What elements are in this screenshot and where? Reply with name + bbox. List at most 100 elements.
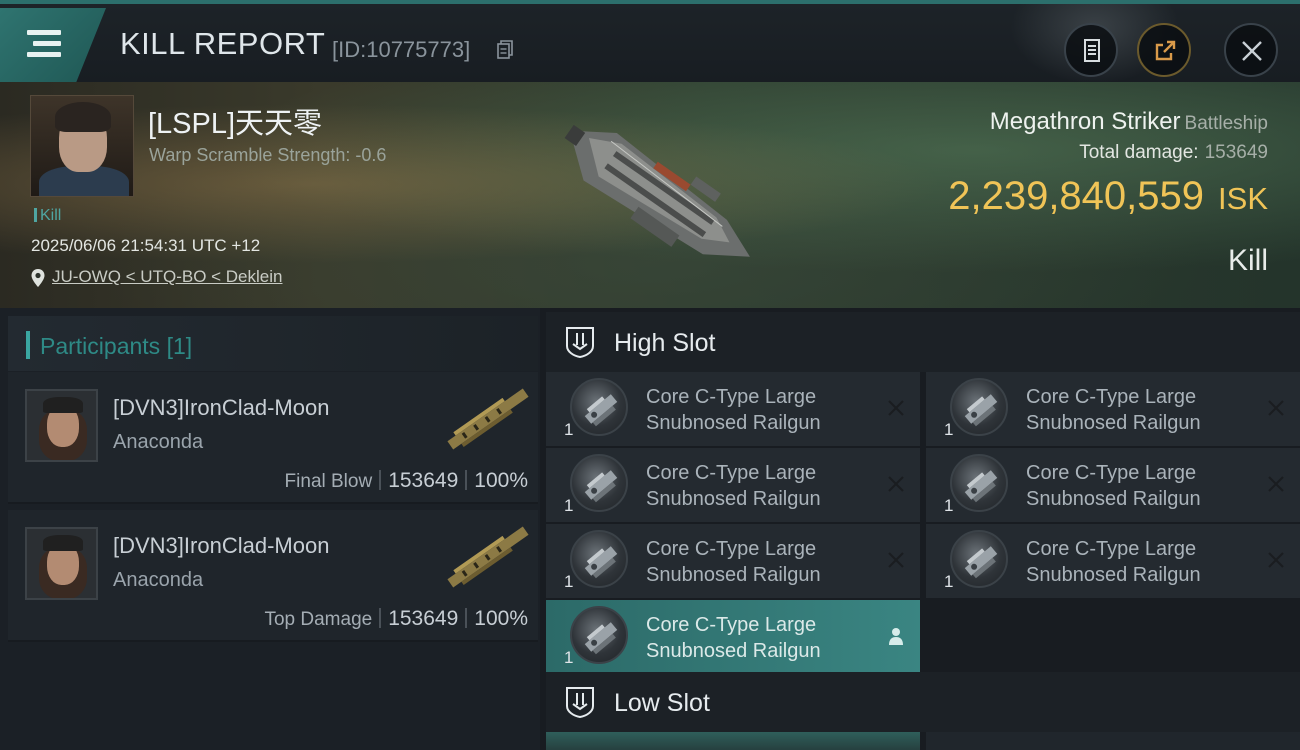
module-quantity: 1	[564, 496, 574, 515]
high-slot-module[interactable]: 1 Core C-Type Large Snubnosed Railgun	[546, 448, 920, 522]
participants-label: Participants	[40, 333, 161, 359]
railgun-icon	[950, 454, 1008, 512]
participant-damage-percent: 100%	[474, 469, 528, 492]
fitting-panel: High Slot 1 Core C-Type Large Snubnosed Ra…	[540, 308, 1300, 750]
module-name-line: Core C-Type Large	[646, 614, 817, 636]
report-document-button[interactable]	[1064, 23, 1118, 77]
module-name-line: Snubnosed Railgun	[1026, 488, 1201, 510]
high-slot-icon	[566, 327, 594, 359]
menu-button[interactable]	[0, 8, 106, 82]
module-quantity: 1	[944, 420, 954, 439]
total-damage: Total damage: 153649	[1079, 142, 1268, 164]
isk-unit: ISK	[1218, 181, 1268, 216]
participant-ship: Anaconda	[113, 569, 204, 591]
participants-accent-bar	[26, 331, 30, 359]
railgun-icon	[570, 606, 628, 664]
high-slot-module[interactable]: 1 Core C-Type Large Snubnosed Railgun	[546, 600, 920, 674]
module-name-line: Snubnosed Railgun	[646, 564, 821, 586]
participants-title: Participants [1]	[40, 333, 192, 360]
low-slot-icon	[566, 687, 594, 719]
warp-scramble-strength: Warp Scramble Strength: -0.6	[149, 145, 387, 165]
module-name-line: Core C-Type Large	[1026, 462, 1197, 484]
participant-avatar[interactable]	[25, 389, 98, 462]
close-button[interactable]	[1224, 23, 1278, 77]
high-slot-module[interactable]: 1 Core C-Type Large Snubnosed Railgun	[546, 372, 920, 446]
victim-avatar[interactable]	[30, 95, 134, 197]
dropped-person-icon	[889, 628, 903, 645]
low-slot-module[interactable]	[926, 732, 1300, 750]
victim-ship-name[interactable]: Megathron Striker Battleship	[990, 108, 1268, 136]
header-bar: KILL REPORT [ID:10775773]	[0, 0, 1300, 84]
location-pin-icon	[31, 269, 45, 287]
document-icon	[1084, 39, 1100, 62]
participant-ship: Anaconda	[113, 431, 204, 453]
participant-avatar[interactable]	[25, 527, 98, 600]
share-button[interactable]	[1137, 23, 1191, 77]
share-icon	[1155, 40, 1176, 61]
module-name: Core C-Type Large Snubnosed Railgun	[1026, 460, 1256, 512]
module-name-line: Snubnosed Railgun	[646, 488, 821, 510]
module-name: Core C-Type Large Snubnosed Railgun	[646, 536, 876, 588]
railgun-icon	[570, 454, 628, 512]
low-slot-header: Low Slot	[546, 672, 1300, 732]
report-id: [ID:10775773]	[332, 37, 471, 62]
destroyed-x-icon	[1268, 400, 1284, 416]
module-name-line: Core C-Type Large	[1026, 538, 1197, 560]
high-slot-module[interactable]: 1 Core C-Type Large Snubnosed Railgun	[926, 448, 1300, 522]
participants-count: [1]	[166, 333, 193, 359]
hamburger-icon	[27, 30, 63, 58]
module-quantity: 1	[564, 420, 574, 439]
total-damage-value: 153649	[1204, 142, 1268, 163]
railgun-icon	[950, 530, 1008, 588]
participant-name: [DVN3]IronClad-Moon	[113, 533, 330, 558]
module-name-line: Snubnosed Railgun	[646, 640, 821, 662]
participants-header[interactable]: Participants [1]	[8, 316, 538, 371]
isk-value: 2,239,840,559 ISK	[948, 174, 1268, 219]
railgun-icon	[570, 530, 628, 588]
kill-result: Kill	[1227, 244, 1268, 277]
high-slot-module[interactable]: 1 Core C-Type Large Snubnosed Railgun	[546, 524, 920, 598]
page-title: KILL REPORT	[120, 26, 326, 61]
participant-card-top-damage[interactable]: [DVN3]IronClad-Moon Anaconda Top Damage 1…	[8, 510, 538, 642]
module-name-line: Snubnosed Railgun	[646, 412, 821, 434]
module-name: Core C-Type Large Snubnosed Railgun	[646, 384, 876, 436]
high-slot-header: High Slot	[546, 312, 1300, 372]
high-slot-module[interactable]: 1 Core C-Type Large Snubnosed Railgun	[926, 372, 1300, 446]
participants-panel: Participants [1] [DVN3]IronClad-Moon Ana…	[0, 308, 540, 750]
kill-location-link[interactable]: JU-OWQ < UTQ-BO < Deklein	[30, 267, 282, 287]
high-slot-label: High Slot	[614, 329, 716, 357]
stat-divider	[465, 470, 468, 490]
stat-divider	[379, 470, 382, 490]
stat-divider	[379, 608, 382, 628]
participant-damage: 153649	[388, 469, 459, 492]
railgun-icon	[570, 378, 628, 436]
module-quantity: 1	[944, 572, 954, 591]
module-name: Core C-Type Large Snubnosed Railgun	[646, 460, 876, 512]
participant-role: Final Blow	[284, 471, 373, 492]
module-name-line: Core C-Type Large	[646, 462, 817, 484]
participant-weapon-image	[447, 388, 529, 450]
module-name-line: Core C-Type Large	[646, 538, 817, 560]
kill-timestamp: 2025/06/06 21:54:31 UTC +12	[31, 236, 261, 255]
module-quantity: 1	[564, 648, 574, 667]
destroyed-x-icon	[1268, 476, 1284, 492]
kill-tag: Kill	[34, 207, 61, 225]
railgun-icon	[950, 378, 1008, 436]
destroyed-x-icon	[1268, 552, 1284, 568]
high-slot-module[interactable]: 1 Core C-Type Large Snubnosed Railgun	[926, 524, 1300, 598]
module-name-line: Snubnosed Railgun	[1026, 564, 1201, 586]
copy-icon[interactable]	[497, 40, 513, 60]
module-name: Core C-Type Large Snubnosed Railgun	[1026, 384, 1256, 436]
module-quantity: 1	[944, 496, 954, 515]
victim-ship-image[interactable]	[525, 94, 775, 304]
participant-stats: Top Damage 153649 100%	[264, 607, 528, 631]
location-text: JU-OWQ < UTQ-BO < Deklein	[52, 267, 283, 286]
low-slot-module[interactable]	[546, 732, 920, 750]
destroyed-x-icon	[888, 552, 904, 568]
participant-card-final-blow[interactable]: [DVN3]IronClad-Moon Anaconda Final Blow 1…	[8, 372, 538, 504]
participant-damage: 153649	[388, 607, 459, 630]
victim-name[interactable]: [LSPL]天天零	[148, 100, 322, 142]
destroyed-x-icon	[888, 400, 904, 416]
module-name: Core C-Type Large Snubnosed Railgun	[1026, 536, 1256, 588]
stat-divider	[465, 608, 468, 628]
